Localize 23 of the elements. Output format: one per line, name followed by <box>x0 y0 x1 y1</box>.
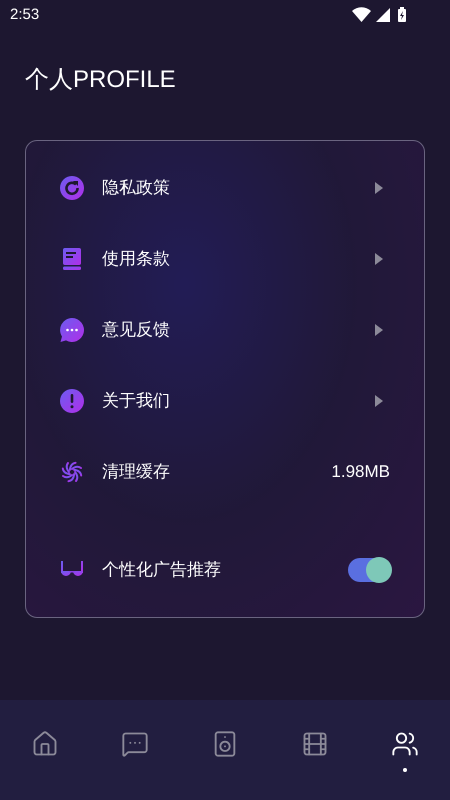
item-label: 个性化广告推荐 <box>102 558 221 581</box>
caret-icon[interactable] <box>375 324 383 336</box>
item-label: 意见反馈 <box>102 318 170 341</box>
spiral-icon <box>60 460 84 484</box>
page-title: 个人PROFILE <box>25 65 177 95</box>
caret-icon[interactable] <box>375 182 383 194</box>
cache-size: 1.98MB <box>331 460 390 483</box>
home-icon[interactable] <box>31 730 59 758</box>
book-icon <box>60 246 84 270</box>
users-icon[interactable] <box>391 730 419 758</box>
refresh-icon <box>60 176 84 200</box>
caret-icon[interactable] <box>375 252 383 264</box>
toggle-switch[interactable] <box>348 558 390 582</box>
chat-icon[interactable] <box>121 730 149 758</box>
film-icon[interactable] <box>301 730 329 758</box>
item-label: 关于我们 <box>102 390 170 412</box>
exclamation-icon <box>60 388 84 412</box>
item-label: 使用条款 <box>102 248 170 270</box>
caret-icon[interactable] <box>375 394 383 406</box>
chat-bubble-icon <box>60 318 84 342</box>
item-label: 隐私政策 <box>102 176 170 199</box>
status-time: 2:53 <box>10 4 40 25</box>
item-label: 清理缓存 <box>102 460 170 483</box>
